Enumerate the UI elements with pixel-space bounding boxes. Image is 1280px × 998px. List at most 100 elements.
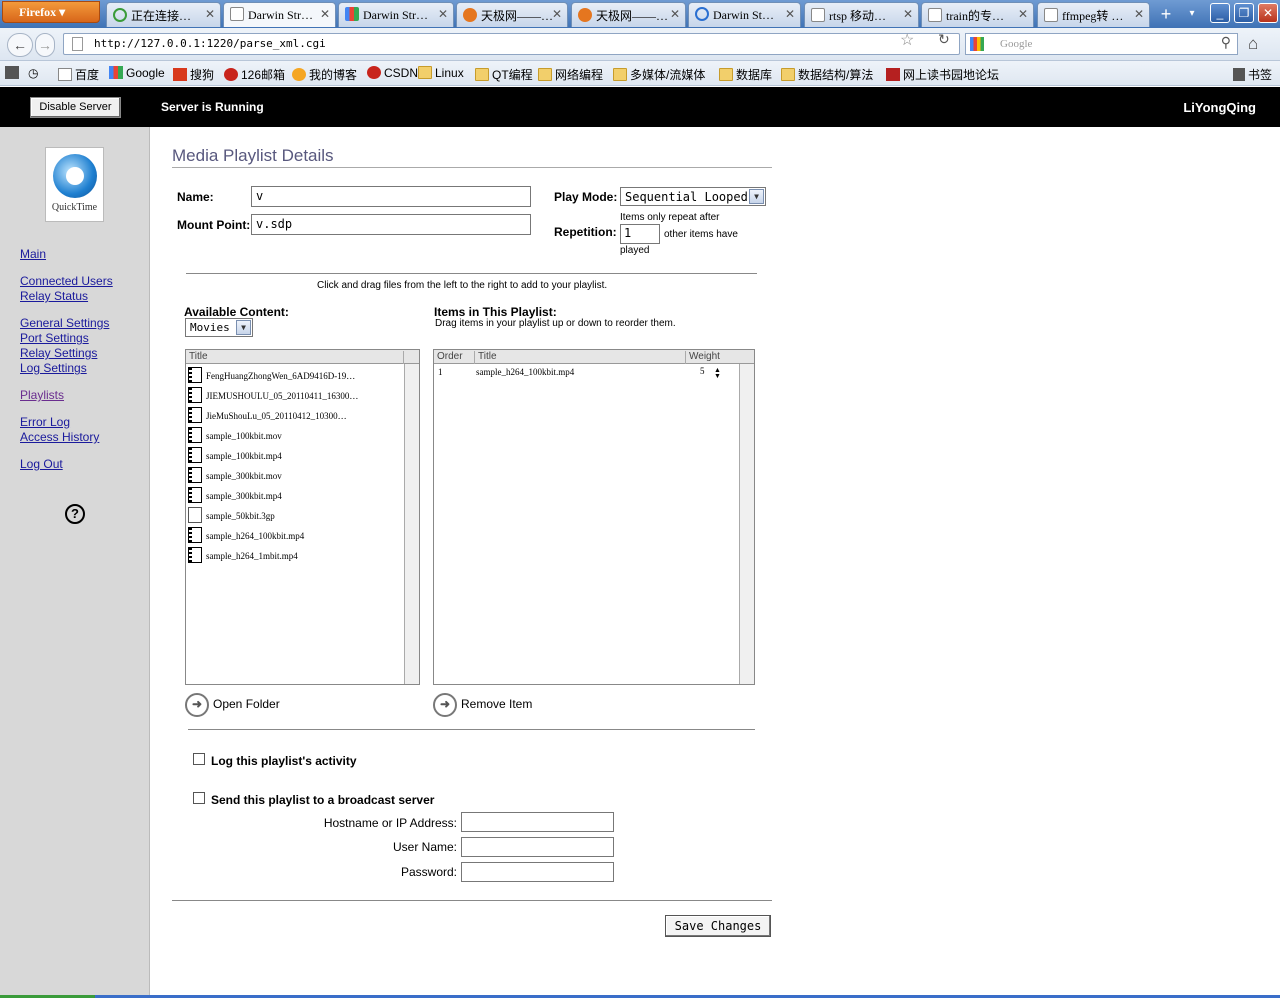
close-tab-icon[interactable]: ✕: [438, 7, 448, 22]
close-tab-icon[interactable]: ✕: [1134, 7, 1144, 22]
126-icon: [224, 68, 238, 81]
play-mode-select[interactable]: Sequential Looped ▼: [620, 187, 766, 206]
minimize-icon[interactable]: _: [1210, 3, 1230, 23]
search-input[interactable]: Google ⚲: [965, 33, 1238, 55]
bookmarks-menu-icon[interactable]: [5, 66, 22, 80]
bookmark-folder-media[interactable]: 多媒体/流媒体: [613, 66, 705, 83]
sidebar-item-port-settings[interactable]: Port Settings: [20, 331, 89, 345]
close-tab-icon[interactable]: ✕: [785, 7, 795, 22]
list-item[interactable]: JieMuShouLu_05_20110412_10300…: [188, 407, 347, 427]
list-item[interactable]: sample_300kbit.mp4: [188, 487, 282, 507]
list-item[interactable]: sample_100kbit.mp4: [188, 447, 282, 467]
sidebar-item-log-out[interactable]: Log Out: [20, 457, 63, 471]
list-item[interactable]: sample_300kbit.mov: [188, 467, 282, 487]
close-tab-icon[interactable]: ✕: [1018, 7, 1028, 22]
column-header-title[interactable]: Title: [475, 351, 686, 364]
weight-stepper-icon[interactable]: ▲ ▼: [714, 367, 721, 380]
list-item[interactable]: sample_100kbit.mov: [188, 427, 282, 447]
playlist-items-list[interactable]: Order Title Weight 1 sample_h264_100kbit…: [433, 349, 755, 685]
bookmark-folder-database[interactable]: 数据库: [719, 66, 772, 83]
bookmark-baidu[interactable]: 百度: [58, 66, 99, 83]
reload-icon[interactable]: ↻: [938, 31, 950, 48]
hostname-field[interactable]: [461, 812, 614, 832]
new-tab-icon[interactable]: +: [1153, 4, 1179, 26]
username-field[interactable]: [461, 837, 614, 857]
column-header-order[interactable]: Order: [434, 351, 475, 364]
bookmark-star-icon[interactable]: ☆: [900, 30, 914, 50]
close-tab-icon[interactable]: ✕: [903, 7, 913, 22]
close-tab-icon[interactable]: ✕: [320, 7, 330, 22]
list-item[interactable]: FengHuangZhongWen_6AD9416D-19…: [188, 367, 355, 387]
sidebar-item-relay-settings[interactable]: Relay Settings: [20, 346, 97, 360]
playlist-item-order: 1: [438, 367, 443, 377]
tab-8[interactable]: ffmpeg转 … ✕: [1037, 2, 1150, 27]
log-activity-checkbox[interactable]: [193, 753, 205, 765]
save-changes-button[interactable]: Save Changes: [665, 915, 771, 937]
play-mode-label: Play Mode:: [554, 190, 618, 204]
bookmark-folder-qt[interactable]: QT编程: [475, 66, 533, 83]
column-header-weight[interactable]: Weight: [686, 351, 739, 364]
sidebar-item-general-settings[interactable]: General Settings: [20, 316, 109, 330]
remove-item-button[interactable]: ➜ Remove Item: [433, 693, 532, 717]
search-icon[interactable]: ⚲: [1221, 35, 1231, 52]
sidebar-item-relay-status[interactable]: Relay Status: [20, 289, 88, 303]
tab-1[interactable]: Darwin Str… ✕: [223, 2, 336, 27]
sidebar-item-access-history[interactable]: Access History: [20, 430, 99, 444]
bookmark-folder-algorithms[interactable]: 数据结构/算法: [781, 66, 873, 83]
tab-3[interactable]: 天极网——… ✕: [456, 2, 568, 27]
disable-server-button[interactable]: Disable Server: [30, 97, 121, 118]
bookmark-csdn[interactable]: CSDN: [367, 66, 418, 80]
url-bar[interactable]: http://127.0.0.1:1220/parse_xml.cgi: [63, 33, 960, 55]
bookmark-folder-linux[interactable]: Linux: [418, 66, 464, 80]
tab-6[interactable]: rtsp 移动… ✕: [804, 2, 919, 27]
name-field[interactable]: v: [251, 186, 531, 207]
repetition-field[interactable]: 1: [620, 224, 660, 244]
broadcast-checkbox[interactable]: [193, 792, 205, 804]
bookmark-blog[interactable]: 我的博客: [292, 66, 357, 83]
bookmark-126[interactable]: 126邮箱: [224, 66, 285, 83]
bookmarks-menu[interactable]: 书签: [1233, 66, 1272, 83]
sidebar-item-playlists[interactable]: Playlists: [20, 388, 64, 402]
close-tab-icon[interactable]: ✕: [552, 7, 562, 22]
sidebar-item-log-settings[interactable]: Log Settings: [20, 361, 87, 375]
playlist-item-title[interactable]: sample_h264_100kbit.mp4: [476, 367, 574, 387]
tab-2[interactable]: Darwin Str… ✕: [338, 2, 454, 27]
list-item[interactable]: JIEMUSHOULU_05_20110411_16300…: [188, 387, 358, 407]
bookmark-folder-network[interactable]: 网络编程: [538, 66, 603, 83]
open-folder-button[interactable]: ➜ Open Folder: [185, 693, 280, 717]
tab-5[interactable]: Darwin St… ✕: [688, 2, 801, 27]
available-content-list[interactable]: Title FengHuangZhongWen_6AD9416D-19… JIEM…: [185, 349, 420, 685]
password-field[interactable]: [461, 862, 614, 882]
help-icon[interactable]: ?: [65, 504, 85, 524]
sidebar-item-error-log[interactable]: Error Log: [20, 415, 70, 429]
bookmark-reading-forum[interactable]: 网上读书园地论坛: [886, 66, 999, 83]
film-icon: [188, 547, 202, 563]
scrollbar[interactable]: [404, 364, 419, 684]
back-icon[interactable]: ←: [7, 33, 33, 57]
list-item[interactable]: sample_h264_100kbit.mp4: [188, 527, 304, 547]
sidebar-item-main[interactable]: Main: [20, 247, 46, 261]
forward-icon[interactable]: →: [35, 33, 55, 57]
bookmark-sogou[interactable]: 搜狗: [173, 66, 214, 83]
restore-icon[interactable]: ❐: [1234, 3, 1254, 23]
list-item[interactable]: sample_50kbit.3gp: [188, 507, 275, 527]
close-tab-icon[interactable]: ✕: [670, 7, 680, 22]
column-header-title[interactable]: Title: [186, 351, 404, 364]
tab-7[interactable]: train的专… ✕: [921, 2, 1034, 27]
firefox-menu-button[interactable]: Firefox ▾: [2, 1, 100, 23]
scrollbar[interactable]: [739, 364, 754, 684]
repetition-pre-text: Items only repeat after: [620, 212, 720, 223]
close-window-icon[interactable]: ✕: [1258, 3, 1278, 23]
home-icon[interactable]: ⌂: [1248, 34, 1258, 54]
mount-point-field[interactable]: v.sdp: [251, 214, 531, 235]
list-all-tabs-icon[interactable]: ▾: [1182, 4, 1202, 26]
list-item[interactable]: sample_h264_1mbit.mp4: [188, 547, 298, 567]
sidebar-item-connected-users[interactable]: Connected Users: [20, 274, 113, 288]
tab-4[interactable]: 天极网——… ✕: [571, 2, 686, 27]
playlist-item-weight[interactable]: 5: [700, 366, 705, 386]
close-tab-icon[interactable]: ✕: [205, 7, 215, 22]
history-icon[interactable]: ◷: [28, 66, 38, 80]
bookmark-google[interactable]: Google: [109, 66, 165, 80]
tab-0[interactable]: 正在连接… ✕: [106, 2, 221, 27]
content-type-select[interactable]: Movies ▼: [185, 318, 253, 337]
